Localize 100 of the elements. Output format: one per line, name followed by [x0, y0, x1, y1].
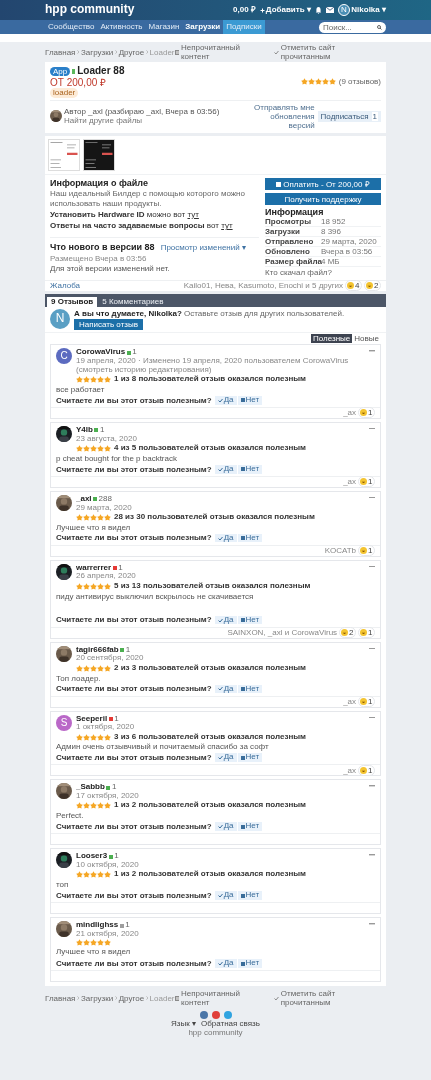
no-button[interactable]: Нет — [237, 753, 263, 763]
chevron-icon — [114, 996, 118, 1001]
app-badge: App — [50, 66, 71, 76]
vk-icon[interactable] — [199, 1010, 208, 1019]
helpful-question: Считаете ли вы этот отзыв полезным? — [56, 890, 212, 901]
ok-icon[interactable] — [211, 1010, 220, 1019]
reaction-count[interactable]: 2 — [363, 280, 381, 292]
breadcrumb-link[interactable]: Другое — [118, 993, 145, 1003]
yes-button[interactable]: Да — [214, 464, 237, 474]
reaction-count[interactable]: 1 — [357, 407, 375, 419]
unread-link[interactable]: Непрочитанный контент — [180, 989, 270, 1008]
telegram-icon[interactable] — [223, 1010, 232, 1019]
reaction-count[interactable]: 1 — [357, 476, 375, 488]
no-button[interactable]: Нет — [237, 533, 263, 543]
bell-icon[interactable] — [314, 6, 322, 14]
tab[interactable]: 5 Комментариев — [98, 296, 168, 307]
yes-button[interactable]: Да — [214, 615, 237, 625]
balance[interactable]: 0,00 ₽ — [233, 5, 256, 15]
more-icon[interactable] — [369, 496, 375, 499]
user-avatar[interactable]: N — [337, 4, 350, 16]
search-field[interactable]: Поиск... — [319, 21, 386, 33]
breadcrumb-link[interactable]: Загрузки — [80, 47, 114, 57]
yes-button[interactable]: Да — [214, 891, 237, 900]
unread-link[interactable]: Непрочитанный контент — [180, 43, 270, 62]
no-button[interactable]: Нет — [237, 822, 263, 832]
reaction-count[interactable]: 1 — [357, 627, 375, 639]
footer-link[interactable]: Язык ▾ — [171, 1018, 196, 1028]
nav-tab[interactable]: Магазин — [145, 20, 183, 34]
report-link[interactable]: Жалоба — [50, 281, 80, 291]
user-name[interactable]: Looser3 — [76, 852, 108, 862]
support-button[interactable]: Получить поддержку — [265, 193, 381, 206]
follow-button[interactable]: Подписаться 1 — [317, 110, 381, 122]
reactors-text[interactable]: _ax — [343, 408, 357, 418]
reactors-text[interactable]: Kailo01, Нева, Kasumoto, Enochi и 5 других — [183, 281, 344, 291]
reaction-count[interactable]: 1 — [357, 695, 375, 708]
no-button[interactable]: Нет — [237, 891, 263, 900]
yes-button[interactable]: Да — [214, 395, 237, 405]
buy-button[interactable]: Оплатить - От 200,00 ₽ — [265, 178, 381, 191]
user-name[interactable]: warrerrer — [76, 563, 112, 573]
add-menu[interactable]: Добавить ▾ — [265, 5, 311, 15]
breadcrumb-link[interactable]: Главная — [45, 993, 76, 1003]
more-icon[interactable] — [369, 647, 375, 650]
breadcrumb-link[interactable]: Главная — [45, 47, 76, 57]
user-avatar[interactable]: C — [56, 348, 72, 365]
yes-button[interactable]: Да — [214, 533, 237, 543]
breadcrumb-link[interactable]: Другое — [118, 47, 145, 57]
reaction-count[interactable]: 1 — [357, 764, 375, 776]
mark-read-link[interactable]: Отметить сайт прочитанным — [280, 989, 386, 1008]
nav-tab[interactable]: Активность — [97, 20, 146, 34]
tab[interactable]: 9 Отзывов — [47, 296, 98, 307]
sort-option[interactable]: Полезные — [311, 334, 353, 344]
nav-tab[interactable]: Подписки — [223, 20, 265, 34]
user-name[interactable]: Y4lb — [76, 425, 93, 435]
user-name[interactable]: CorowaVirus — [76, 348, 126, 357]
envelope-icon[interactable] — [325, 6, 334, 14]
mark-read-link[interactable]: Отметить сайт прочитанным — [280, 43, 386, 62]
site-logo[interactable]: hpp community — [45, 3, 135, 17]
reaction-count[interactable]: 4 — [344, 280, 363, 292]
yes-button[interactable]: Да — [214, 959, 237, 968]
reaction-count[interactable]: 1 — [357, 545, 375, 557]
user-avatar[interactable]: S — [56, 714, 72, 731]
yes-button[interactable]: Да — [214, 753, 237, 763]
file-description: Наш идеальный Билдер с помощью которого можно использовать наши продукты. — [50, 189, 246, 208]
file-tag[interactable]: loader — [50, 88, 79, 98]
no-button[interactable]: Нет — [237, 395, 263, 405]
more-icon[interactable] — [369, 565, 375, 568]
nav-tab[interactable]: Сообщество — [45, 20, 98, 34]
write-review-button[interactable]: Написать отзыв — [74, 318, 143, 331]
no-button[interactable]: Нет — [237, 959, 263, 968]
user-name[interactable]: tagir666fab — [76, 645, 119, 655]
more-icon[interactable] — [369, 427, 375, 430]
no-button[interactable]: Нет — [237, 684, 263, 694]
notify-link[interactable]: Отправлять мне обновления версий — [244, 102, 315, 131]
review-date: 21 октября, 2020 — [76, 929, 140, 939]
user-name[interactable]: _axl — [76, 494, 92, 504]
reactors-text[interactable]: KOCATb — [324, 546, 357, 556]
user-name[interactable]: mindlighss — [76, 921, 119, 930]
yes-button[interactable]: Да — [214, 822, 237, 832]
reactors-text[interactable]: SAINXON, _axl и CorowaVirus — [227, 628, 338, 638]
changes-link[interactable]: Просмотр изменений ▾ — [160, 242, 246, 252]
find-files-link[interactable]: Найти другие файлы — [64, 116, 220, 126]
no-button[interactable]: Нет — [237, 615, 263, 625]
reactors-text[interactable]: _ax — [343, 696, 357, 707]
user-name[interactable]: _Sabbb — [76, 783, 105, 793]
here-link[interactable]: тут — [187, 209, 199, 219]
chevron-icon — [145, 50, 149, 55]
reactors-text[interactable]: _ax — [343, 765, 357, 775]
nav-tab[interactable]: Загрузки — [182, 20, 224, 34]
reactors-text[interactable]: _ax — [343, 477, 357, 487]
reaction-count[interactable]: 2 — [338, 627, 357, 639]
yes-button[interactable]: Да — [214, 684, 237, 694]
sort-option[interactable]: Новые — [352, 334, 381, 344]
helpful-question: Считаете ли вы этот отзыв полезным? — [56, 958, 212, 969]
here-link[interactable]: тут — [221, 221, 233, 231]
downloaders-link[interactable]: Кто скачал файл? — [265, 268, 381, 278]
user-menu[interactable]: Nikolka ▾ — [351, 5, 386, 15]
user-name[interactable]: Seeperil — [76, 714, 108, 724]
footer-link[interactable]: Обратная связь — [201, 1018, 260, 1028]
no-button[interactable]: Нет — [237, 464, 263, 474]
breadcrumb-link[interactable]: Загрузки — [80, 993, 114, 1003]
